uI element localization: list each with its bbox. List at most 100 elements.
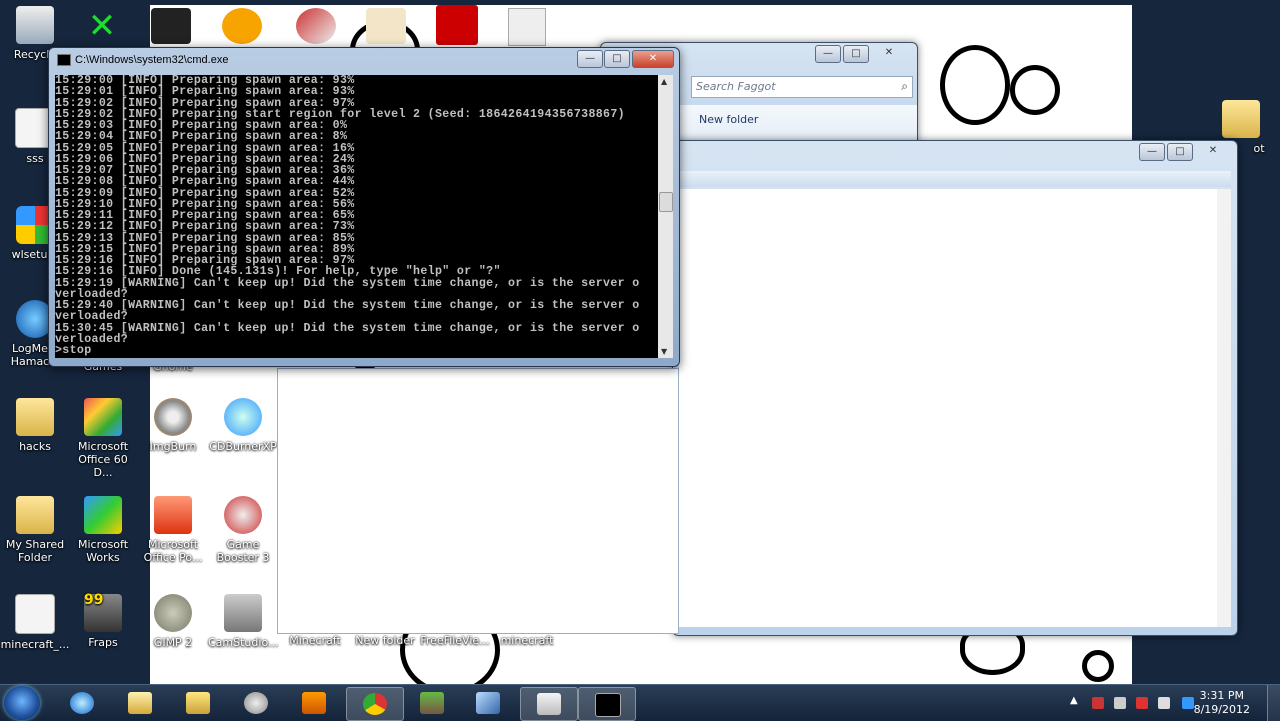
camstudio-icon [224, 594, 262, 632]
close-button[interactable]: ✕ [632, 50, 674, 68]
tray-network-icon[interactable] [1158, 697, 1170, 709]
desktop-icon-gamebooster[interactable]: Game Booster 3 [208, 496, 278, 564]
minecraft-icon [420, 692, 444, 714]
game-booster-icon [224, 496, 262, 534]
desktop-icon-minecraft[interactable]: Minecraft [280, 634, 350, 647]
folder-icon [1222, 100, 1260, 138]
taskbar-ie[interactable] [54, 687, 110, 719]
search-placeholder: Search Faggot [696, 80, 776, 93]
close-button[interactable]: ✕ [1195, 143, 1231, 159]
clock[interactable]: 3:31 PM 8/19/2012 [1194, 689, 1250, 717]
folder-icon [16, 398, 54, 436]
explorer-window-icon [537, 693, 561, 715]
cmd-window[interactable]: C:\Windows\system32\cmd.exe — □ ✕ 15:29:… [48, 47, 680, 367]
show-desktop-button[interactable] [1267, 685, 1280, 721]
desktop-icon-office60[interactable]: Microsoft Office 60 D... [68, 398, 138, 479]
minimize-button[interactable]: — [577, 50, 603, 68]
desktop-icon-label: minecraft_... [0, 638, 70, 651]
search-box[interactable]: Search Faggot ⌕ [691, 76, 913, 98]
webcam-icon [244, 692, 268, 714]
gimp-icon [154, 594, 192, 632]
taskbar-media[interactable] [286, 687, 342, 719]
desktop-icon-label: hacks [19, 440, 51, 453]
folder-icon [16, 496, 54, 534]
scroll-down-arrow-icon[interactable]: ▼ [661, 347, 667, 356]
desktop-icon-gimp[interactable]: GIMP 2 [138, 594, 208, 649]
new-folder-button[interactable]: New folder [699, 113, 758, 126]
taskbar: ▲ 3:31 PM 8/19/2012 [0, 684, 1280, 721]
desktop-icon-fraps[interactable]: 99 Fraps [68, 593, 138, 649]
internet-explorer-icon [70, 692, 94, 714]
desktop-icon-shared[interactable]: My Shared Folder [0, 496, 70, 564]
desktop-icon-minecraft-jar[interactable]: minecraft_... [0, 594, 70, 651]
console-output[interactable]: 15:29:00 [INFO] Preparing spawn area: 93… [55, 75, 658, 358]
media-player-icon[interactable] [222, 8, 262, 44]
desktop-icon-label: CamStudio... [208, 636, 279, 649]
console-line: verloaded? [55, 332, 129, 346]
folder-icon [186, 692, 210, 714]
desktop-icon-officepo[interactable]: Microsoft Office Po... [138, 496, 208, 564]
fraps-icon: 99 [84, 593, 122, 632]
console-line: 15:30:45 [WARNING] Can't keep up! Did th… [55, 321, 640, 335]
cmd-icon [595, 693, 621, 717]
explorer-content-left [277, 368, 679, 634]
paint-icon [476, 692, 500, 714]
console-scrollbar[interactable]: ▲ ▼ [658, 75, 673, 358]
console-line: 15:29:40 [WARNING] Can't keep up! Did th… [55, 299, 640, 312]
taskbar-explorer[interactable] [112, 687, 168, 719]
desktop-icon-label: Game Booster 3 [216, 538, 270, 564]
blackberry-icon[interactable] [151, 8, 191, 44]
explorer-window-front[interactable]: — □ ✕ [672, 140, 1238, 636]
desktop-icon-label: New folder [355, 634, 415, 647]
taskbar-paint[interactable] [460, 687, 516, 719]
disc-icon [154, 398, 192, 436]
minimize-button[interactable]: — [815, 45, 841, 63]
app-top-icon[interactable] [366, 8, 406, 44]
desktop: ✕ Recycle sss wlsetup- LogMeIn Hamachi h… [0, 0, 1280, 684]
maximize-button[interactable]: □ [843, 45, 869, 63]
minimize-button[interactable]: — [1139, 143, 1165, 161]
search-icon[interactable]: ⌕ [901, 79, 908, 94]
explorer-header-bar [679, 171, 1231, 187]
desktop-icon-label: ImgBurn [149, 440, 197, 453]
xbox-like-icon[interactable]: ✕ [80, 8, 124, 44]
scroll-up-arrow-icon[interactable]: ▲ [661, 77, 667, 86]
cd-burner-icon [224, 398, 262, 436]
desktop-icon-freefile[interactable]: FreeFileVie... [420, 634, 490, 647]
console-line: 15:29:04 [INFO] Preparing spawn area: 8% [55, 130, 348, 144]
desktop-icon-camstudio[interactable]: CamStudio... [208, 594, 278, 649]
tray-dropbox-icon[interactable] [1182, 697, 1194, 709]
cmd-title: C:\Windows\system32\cmd.exe [75, 54, 229, 66]
taskbar-minecraft[interactable] [404, 687, 460, 719]
desktop-icon-minecraft2[interactable]: minecraft [492, 634, 562, 647]
maximize-button[interactable]: □ [604, 50, 630, 68]
folder-icon [128, 692, 152, 714]
game-booster-top-icon[interactable] [296, 8, 336, 44]
tray-arrow-icon[interactable]: ▲ [1070, 695, 1078, 706]
adobe-reader-icon[interactable] [436, 5, 478, 45]
desktop-icon-hacks[interactable]: hacks [0, 398, 70, 453]
tray-volume-icon[interactable] [1114, 697, 1126, 709]
desktop-icon-newfolder[interactable]: New folder [350, 634, 420, 647]
start-button[interactable] [4, 686, 40, 720]
desktop-icon-cdburner[interactable]: CDBurnerXP [208, 398, 278, 453]
scrollbar[interactable] [1217, 189, 1231, 627]
taskbar-folder[interactable] [170, 687, 226, 719]
maximize-button[interactable]: □ [1167, 143, 1193, 161]
taskbar-chrome[interactable] [346, 687, 404, 721]
java-file-icon[interactable] [508, 8, 546, 46]
desktop-icon-label: Fraps [88, 636, 118, 649]
console-line: 15:29:08 [INFO] Preparing spawn area: 44… [55, 175, 355, 189]
close-button[interactable]: ✕ [871, 45, 907, 61]
desktop-icon-works[interactable]: Microsoft Works [68, 496, 138, 564]
taskbar-cmd[interactable] [578, 687, 636, 721]
powerpoint-icon [154, 496, 192, 534]
media-player-icon [302, 692, 326, 714]
java-file-icon [15, 594, 55, 634]
taskbar-webcam[interactable] [228, 687, 284, 719]
tray-app-icon[interactable] [1136, 697, 1148, 709]
scroll-thumb[interactable] [659, 192, 673, 212]
desktop-icon-imgburn[interactable]: ImgBurn [138, 398, 208, 453]
taskbar-explorer-window[interactable] [520, 687, 578, 721]
tray-flag-icon[interactable] [1092, 697, 1104, 709]
